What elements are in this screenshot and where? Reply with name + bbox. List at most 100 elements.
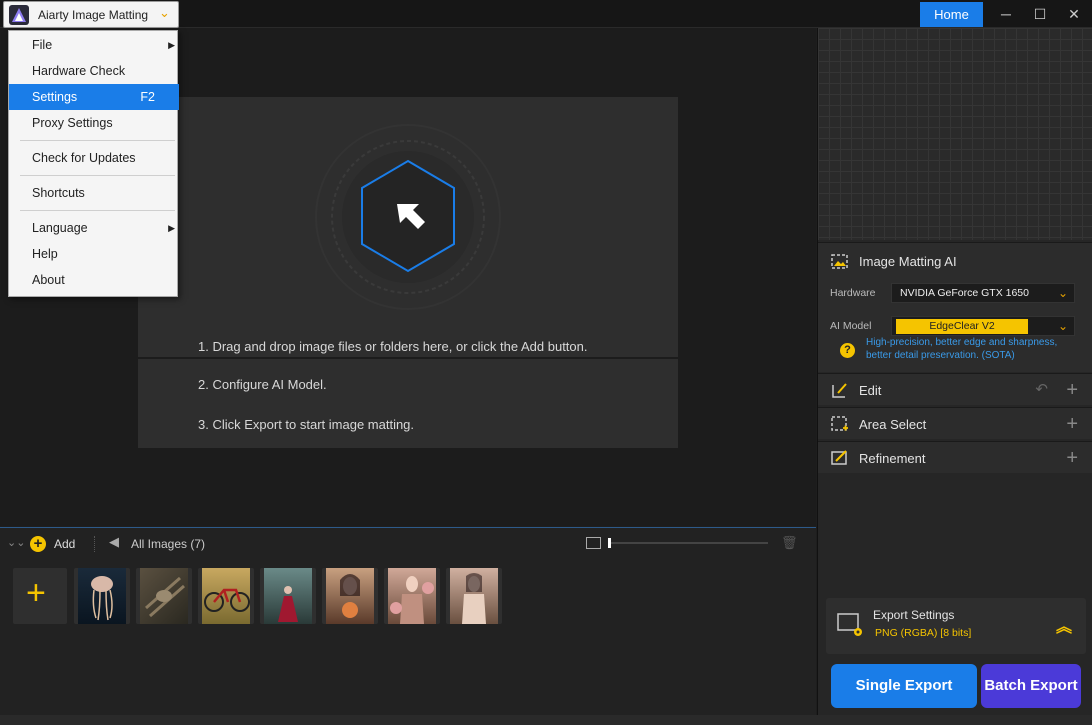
drop-zone[interactable]: 1. Drag and drop image files or folders … (138, 97, 678, 357)
single-export-button[interactable]: Single Export (831, 664, 977, 708)
export-format-value: PNG (RGBA) [8 bits] (875, 627, 972, 639)
chevron-down-icon: ⌄ (1057, 286, 1068, 300)
chevron-down-icon: ⌄ (159, 5, 170, 20)
menu-item-label: Language (32, 221, 88, 235)
plus-icon[interactable]: + (1066, 414, 1078, 434)
preview-area (818, 28, 1092, 240)
help-icon[interactable]: ? (840, 343, 855, 358)
export-settings-icon (836, 610, 864, 638)
image-thumbnail[interactable] (322, 568, 378, 624)
woman-flowers-thumbnail (326, 568, 374, 624)
status-bar (0, 715, 1092, 725)
image-thumbnail[interactable] (446, 568, 502, 624)
export-settings-title: Export Settings (873, 608, 955, 622)
section-title: Refinement (859, 451, 926, 466)
section-title: Image Matting AI (859, 254, 957, 269)
home-button[interactable]: Home (920, 2, 983, 27)
woman-roses-thumbnail (388, 568, 436, 624)
step-3-text: 3. Click Export to start image matting. (198, 417, 415, 432)
app-dropdown-menu: File ▶ Hardware Check Settings F2 Proxy … (8, 30, 179, 297)
menu-item-hardware-check[interactable]: Hardware Check (9, 58, 179, 84)
step-2-text: 2. Configure AI Model. (198, 377, 327, 392)
menu-divider (20, 210, 175, 211)
bird-thumbnail (140, 568, 188, 624)
menu-item-label: Shortcuts (32, 186, 85, 200)
section-title: Edit (859, 383, 882, 398)
thumbnail-size-slider[interactable] (608, 538, 768, 548)
menu-item-label: Hardware Check (32, 64, 126, 78)
toolbar-divider (94, 536, 95, 552)
menu-item-shortcuts[interactable]: Shortcuts (9, 180, 179, 206)
menu-item-label: Help (32, 247, 58, 261)
menu-item-about[interactable]: About (9, 267, 179, 293)
refinement-icon (830, 449, 850, 467)
trash-icon[interactable]: 🗑 (781, 535, 798, 551)
image-matting-icon (830, 253, 850, 271)
batch-export-button[interactable]: Batch Export (981, 664, 1081, 708)
section-title: Area Select (859, 417, 927, 432)
edit-section[interactable]: Edit ↶ + (818, 373, 1092, 405)
image-thumbnail[interactable] (136, 568, 192, 624)
matting-ai-section: Image Matting AI Hardware NVIDIA GeForce… (818, 242, 1092, 372)
menu-item-check-updates[interactable]: Check for Updates (9, 145, 179, 171)
add-image-tile[interactable]: + (13, 568, 67, 624)
chevron-down-icon: ⌄ (1057, 319, 1068, 333)
step-1-text: 1. Drag and drop image files or folders … (198, 339, 588, 354)
plus-icon: + (26, 574, 46, 612)
woman-dress-thumbnail (450, 568, 498, 624)
menu-item-label: File (32, 38, 53, 52)
image-thumbnail[interactable] (198, 568, 254, 624)
hardware-label: Hardware (830, 287, 876, 299)
app-window: Aiarty Image Matting ⌄ Home ─ ☐ ✕ 1. Dra… (0, 0, 1092, 725)
slider-handle[interactable] (608, 538, 611, 548)
menu-item-label: About (32, 273, 65, 287)
export-settings-card[interactable]: Export Settings PNG (RGBA) [8 bits] ︽ (826, 598, 1086, 654)
ai-model-select[interactable]: EdgeClear V2 ⌄ (891, 316, 1075, 336)
add-button[interactable]: Add (54, 537, 75, 551)
menu-item-label: Check for Updates (32, 151, 136, 165)
menu-item-proxy-settings[interactable]: Proxy Settings (9, 110, 179, 136)
add-pointer-icon[interactable] (313, 122, 503, 312)
edit-icon (830, 381, 850, 399)
undo-icon[interactable]: ↶ (1035, 380, 1048, 398)
ai-model-value: EdgeClear V2 (896, 319, 1028, 334)
jellyfish-thumbnail (78, 568, 126, 624)
expand-up-icon[interactable]: ︽ (1056, 613, 1072, 637)
app-logo-icon (9, 5, 29, 25)
submenu-arrow-icon: ▶ (168, 223, 175, 233)
plus-icon[interactable]: + (1066, 380, 1078, 400)
strip-toolbar: ⌄⌄ + Add ◀ All Images (7) 🗑 (0, 528, 816, 560)
area-select-section[interactable]: Area Select + (818, 407, 1092, 439)
app-name: Aiarty Image Matting (38, 8, 149, 22)
maximize-icon[interactable]: ☐ (1023, 2, 1057, 26)
hardware-select[interactable]: NVIDIA GeForce GTX 1650 ⌄ (891, 283, 1075, 303)
add-circle-icon[interactable]: + (30, 536, 46, 552)
image-thumbnail[interactable] (74, 568, 130, 624)
menu-item-settings[interactable]: Settings F2 (9, 84, 179, 110)
collapse-icon[interactable]: ⌄⌄ (7, 536, 25, 549)
image-thumbnail[interactable] (384, 568, 440, 624)
minimize-icon[interactable]: ─ (989, 2, 1023, 26)
image-strip: ⌄⌄ + Add ◀ All Images (7) 🗑 + (0, 527, 816, 715)
close-icon[interactable]: ✕ (1057, 2, 1091, 26)
title-bar: Aiarty Image Matting ⌄ Home ─ ☐ ✕ (0, 0, 1092, 28)
hardware-value: NVIDIA GeForce GTX 1650 (900, 287, 1029, 299)
image-size-icon (586, 537, 601, 549)
menu-item-help[interactable]: Help (9, 241, 179, 267)
menu-divider (20, 140, 175, 141)
ai-model-label: AI Model (830, 320, 872, 332)
app-menu-button[interactable]: Aiarty Image Matting ⌄ (3, 1, 179, 28)
submenu-arrow-icon: ▶ (168, 40, 175, 50)
menu-item-language[interactable]: Language ▶ (9, 215, 179, 241)
refinement-section[interactable]: Refinement + (818, 441, 1092, 473)
bicycle-thumbnail (202, 568, 250, 624)
menu-divider (20, 175, 175, 176)
right-panel: Image Matting AI Hardware NVIDIA GeForce… (817, 28, 1092, 715)
plus-icon[interactable]: + (1066, 448, 1078, 468)
area-select-icon (830, 415, 850, 433)
model-description-line-2: better detail preservation. (SOTA) (866, 350, 1015, 361)
menu-item-file[interactable]: File ▶ (9, 32, 179, 58)
image-thumbnail[interactable] (260, 568, 316, 624)
back-arrow-icon[interactable]: ◀ (109, 534, 119, 550)
all-images-label: All Images (7) (131, 537, 206, 551)
